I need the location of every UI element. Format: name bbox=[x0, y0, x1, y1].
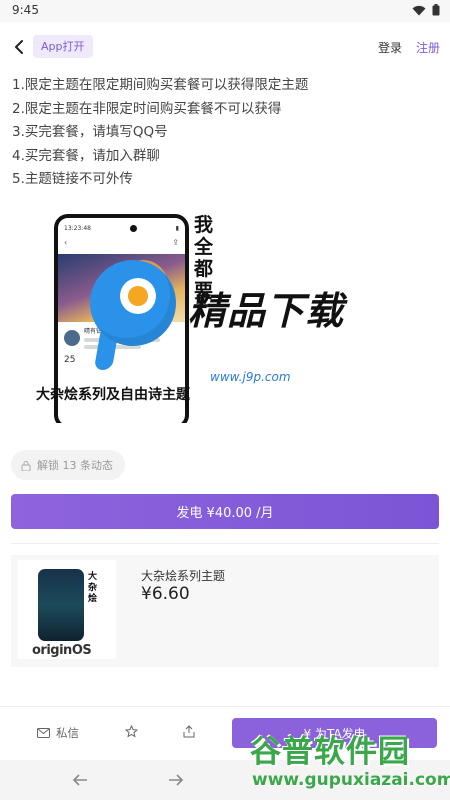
description-line: 4.买完套餐，请加入群聊 bbox=[12, 147, 160, 164]
star-icon bbox=[125, 725, 138, 738]
system-nav-bar bbox=[0, 760, 450, 800]
message-button[interactable]: 私信 bbox=[37, 725, 79, 741]
phone-name: 晴有钻落的刺桐 bbox=[84, 328, 127, 335]
share-icon bbox=[183, 725, 195, 738]
nav-forward-button[interactable] bbox=[166, 770, 186, 790]
unlock-posts-chip[interactable]: 解锁 13 条动态 bbox=[11, 450, 125, 480]
phone-number: 25 bbox=[64, 355, 76, 365]
favorite-button[interactable] bbox=[125, 725, 138, 738]
description-line: 5.主题链接不可外传 bbox=[12, 171, 133, 187]
phone-time: 13:23:48 bbox=[64, 224, 91, 232]
arrow-left-icon bbox=[72, 774, 87, 786]
sponsor-ta-button[interactable]: ¥ 为TA发电 bbox=[232, 718, 437, 748]
status-time: 9:45 bbox=[12, 3, 39, 17]
login-link[interactable]: 登录 bbox=[378, 39, 402, 56]
battery-icon bbox=[432, 4, 440, 16]
promo-side-text: 我全都要 bbox=[194, 214, 214, 302]
status-bar: 9:45 bbox=[0, 0, 450, 22]
thumbnail-brand: originOS bbox=[32, 643, 92, 658]
wifi-icon bbox=[412, 5, 426, 15]
phone-avatar bbox=[64, 329, 80, 346]
arrow-right-icon bbox=[169, 774, 184, 786]
unlock-label: 解锁 13 条动态 bbox=[37, 459, 113, 472]
divider bbox=[11, 543, 439, 544]
description-line: 2.限定主题在非限定时间购买套餐不可以获得 bbox=[12, 100, 282, 117]
status-icons bbox=[412, 4, 440, 16]
description: 1.限定主题在限定期间购买套餐可以获得限定主题 2.限定主题在非限定时间购买套餐… bbox=[12, 74, 432, 192]
phone-hero-art bbox=[58, 254, 185, 322]
mail-icon bbox=[37, 728, 50, 738]
phone-share-icon: ⇪ bbox=[172, 238, 179, 247]
message-label: 私信 bbox=[56, 726, 79, 740]
product-thumbnail: 大杂烩 originOS bbox=[18, 560, 116, 659]
product-card[interactable]: 大杂烩 originOS 大杂烩系列主题 ¥6.60 bbox=[11, 555, 439, 667]
sponsor-button[interactable]: 发电 ¥40.00 /月 bbox=[11, 494, 439, 529]
nav-back-button[interactable] bbox=[70, 770, 90, 790]
thumbnail-text: 大杂烩 bbox=[88, 572, 98, 604]
phone-back-icon: ‹ bbox=[64, 238, 68, 247]
top-nav: App打开 登录 注册 bbox=[0, 30, 450, 64]
description-line: 1.限定主题在限定期间购买套餐可以获得限定主题 bbox=[12, 77, 309, 93]
register-link[interactable]: 注册 bbox=[416, 39, 440, 56]
app-open-button[interactable]: App打开 bbox=[33, 35, 93, 58]
product-price: ¥6.60 bbox=[141, 584, 190, 604]
description-line: 3.买完套餐，请填写QQ号 bbox=[12, 124, 168, 140]
product-title: 大杂烩系列主题 bbox=[141, 569, 226, 583]
promo-caption: 大杂烩系列及自由诗主题 bbox=[36, 387, 190, 403]
promo-image: 13:23:48 ▮ ‹ ⇪ 晴有钻落的刺桐 25 我全都要 大杂烩系列及自由诗… bbox=[36, 208, 356, 423]
lock-icon bbox=[21, 460, 31, 471]
back-button[interactable] bbox=[8, 34, 30, 60]
bottom-action-bar: 私信 ¥ 为TA发电 bbox=[0, 706, 450, 760]
camera-icon bbox=[129, 224, 137, 232]
share-button[interactable] bbox=[183, 725, 195, 738]
chevron-left-icon bbox=[15, 40, 23, 54]
